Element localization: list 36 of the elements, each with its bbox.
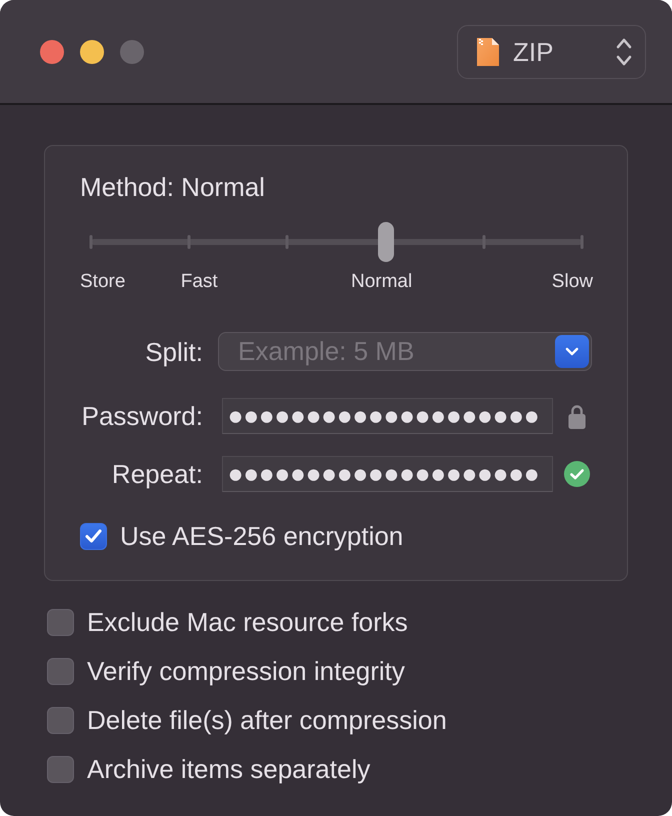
checkbox-label: Archive items separately [87,754,370,784]
split-label: Split: [144,336,203,366]
tick-mark [580,235,584,249]
checkbox[interactable] [80,522,107,550]
checkbox[interactable] [47,706,74,734]
tick-mark [482,235,486,249]
tick-label: Slow [552,271,593,293]
tick-mark [90,235,92,249]
tick-mark [286,235,289,249]
checkbox-label: Delete file(s) after compression [87,705,447,735]
format-popup-button[interactable]: ZIP [457,24,646,78]
checkbox-label: Exclude Mac resource forks [87,607,408,637]
checkbox[interactable] [47,658,74,684]
method-label: Method: Normal [80,172,266,202]
tick-label: Store [80,271,126,293]
tick-label: Normal [350,271,412,293]
repeat-password-field[interactable]: ●●●●●●●●●●●●●●●●●●●● [222,456,553,492]
file-icon [477,38,499,66]
slider-thumb[interactable] [378,222,394,262]
minimize-button[interactable] [80,40,104,64]
tick-mark [188,235,191,249]
lock-icon [568,404,586,428]
close-button[interactable] [40,40,64,64]
checkbox-label: Verify compression integrity [87,656,405,686]
repeat-label: Repeat: [110,459,203,489]
checkbox[interactable] [47,608,74,636]
password-field[interactable]: ●●●●●●●●●●●●●●●●●●●● [222,398,553,434]
password-label: Password: [80,401,203,431]
compression-slider[interactable] [91,222,582,262]
tick-label: Fast [180,271,218,293]
checkbox-label: Use AES-256 encryption [120,521,404,551]
chevron-down-icon [565,347,579,356]
dropdown-button[interactable] [555,335,589,368]
checkbox[interactable] [47,756,74,782]
up-down-chevron-icon [616,36,632,66]
checkmark-icon [85,529,102,543]
